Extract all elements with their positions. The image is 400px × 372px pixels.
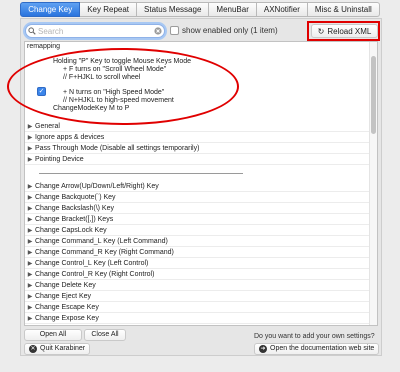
enabled-only-checkbox[interactable]: [170, 26, 179, 35]
custom-settings-hint: Do you want to add your own settings?: [254, 333, 375, 340]
open-docs-label: Open the documentation web site: [270, 345, 375, 352]
list-item[interactable]: ▶ Change Command_R Key (Right Command): [25, 248, 371, 258]
disclosure-triangle-icon[interactable]: ▶: [25, 193, 35, 203]
disclosure-triangle-icon[interactable]: ▶: [25, 215, 35, 225]
disclosure-triangle-icon[interactable]: ▶: [25, 204, 35, 214]
tab-bar: Change Key Key Repeat Status Message Men…: [0, 2, 400, 19]
separator-line: [39, 173, 243, 174]
list-item[interactable]: ▶ Change Backslash(\) Key: [25, 204, 371, 214]
list-item[interactable]: ▶ Change CapsLock Key: [25, 226, 371, 236]
disclosure-triangle-icon[interactable]: ▶: [25, 248, 35, 258]
tab-axnotifier[interactable]: AXNotifier: [256, 2, 308, 17]
enabled-only-label: show enabled only (1 item): [182, 26, 278, 35]
disclosure-triangle-icon[interactable]: ▶: [25, 182, 35, 192]
open-docs-button[interactable]: ➜ Open the documentation web site: [254, 343, 380, 355]
list-item[interactable]: ▶ Change Arrow(Up/Down/Left/Right) Key: [25, 182, 371, 192]
disclosure-triangle-icon[interactable]: ▶: [25, 259, 35, 269]
list-item[interactable]: ▶ Change Escape Key: [25, 303, 371, 313]
tab-status-message[interactable]: Status Message: [137, 2, 210, 17]
list-item[interactable]: ▶ Change Delete Key: [25, 281, 371, 291]
list-item[interactable]: ▶ Change Bracket([,]) Keys: [25, 215, 371, 225]
search-icon: [26, 27, 38, 35]
arrow-right-icon: ➜: [259, 345, 267, 353]
disclosure-triangle-icon[interactable]: ▶: [25, 144, 35, 154]
annotation-oval: [7, 48, 239, 125]
disclosure-triangle-icon[interactable]: ▶: [25, 281, 35, 291]
tab-key-repeat[interactable]: Key Repeat: [80, 2, 138, 17]
list-item[interactable]: ▶ Change Backquote(`) Key: [25, 193, 371, 203]
enabled-only-toggle[interactable]: show enabled only (1 item): [170, 26, 278, 35]
disclosure-triangle-icon[interactable]: ▶: [25, 237, 35, 247]
disclosure-triangle-icon[interactable]: ▶: [25, 155, 35, 165]
quit-karabiner-button[interactable]: ✕ Quit Karabiner: [24, 343, 91, 355]
scrollbar-thumb[interactable]: [371, 56, 376, 134]
reload-highlight-box: [307, 21, 380, 41]
search-field[interactable]: [25, 24, 165, 38]
disclosure-triangle-icon[interactable]: ▶: [25, 314, 35, 324]
disclosure-triangle-icon[interactable]: ▶: [25, 133, 35, 143]
list-item[interactable]: ▶ Change Control_L Key (Left Control): [25, 259, 371, 269]
disclosure-triangle-icon[interactable]: ▶: [25, 122, 35, 132]
disclosure-triangle-icon[interactable]: ▶: [25, 292, 35, 302]
list-item[interactable]: ▶ Change Expose Key: [25, 314, 371, 324]
group-general[interactable]: ▶ General: [25, 122, 371, 132]
disclosure-triangle-icon[interactable]: ▶: [25, 303, 35, 313]
list-item[interactable]: ▶ Change Eject Key: [25, 292, 371, 302]
tab-menubar[interactable]: MenuBar: [209, 2, 257, 17]
group-pass-through[interactable]: ▶ Pass Through Mode (Disable all settings…: [25, 144, 371, 154]
tab-change-key[interactable]: Change Key: [20, 2, 81, 17]
disclosure-triangle-icon[interactable]: ▶: [25, 270, 35, 280]
open-all-button[interactable]: Open All: [24, 329, 82, 341]
vertical-scrollbar[interactable]: [369, 42, 377, 325]
close-all-button[interactable]: Close All: [84, 329, 126, 341]
group-ignore-apps[interactable]: ▶ Ignore apps & devices: [25, 133, 371, 143]
search-input[interactable]: [38, 25, 152, 37]
group-pointing-device[interactable]: ▶ Pointing Device: [25, 155, 371, 165]
clear-search-icon[interactable]: [152, 27, 164, 35]
quit-icon: ✕: [29, 345, 37, 353]
tab-misc-uninstall[interactable]: Misc & Uninstall: [307, 2, 380, 17]
list-item[interactable]: ▶ Change Control_R Key (Right Control): [25, 270, 371, 280]
disclosure-triangle-icon[interactable]: ▶: [25, 226, 35, 236]
quit-label: Quit Karabiner: [40, 345, 86, 352]
list-item[interactable]: ▶ Change Command_L Key (Left Command): [25, 237, 371, 247]
